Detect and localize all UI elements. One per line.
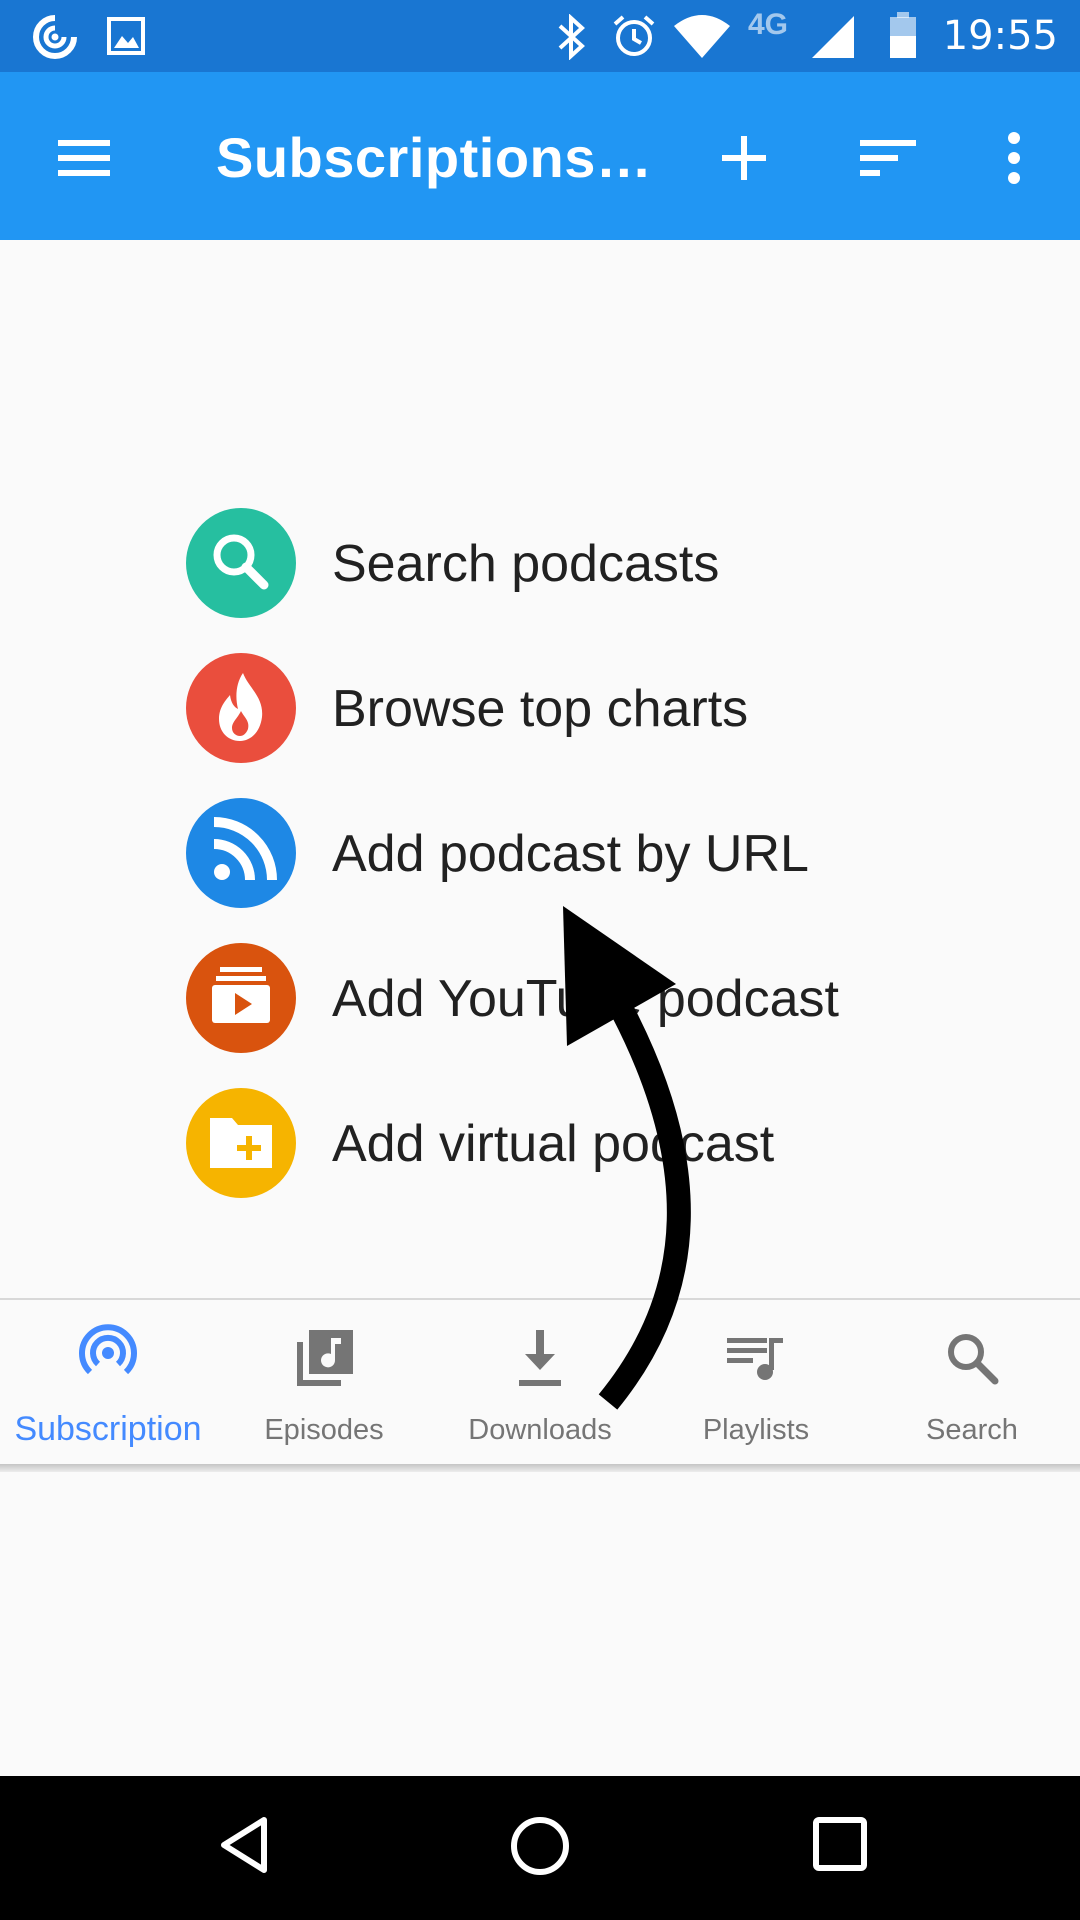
nav-label: Episodes — [264, 1414, 384, 1446]
bluetooth-icon — [558, 14, 585, 60]
subscription-icon — [79, 1324, 137, 1375]
subscriptions-empty-state: Search podcasts Browse top charts Add po… — [0, 240, 1080, 1300]
search-podcasts-option[interactable]: Search podcasts — [186, 508, 986, 620]
add-youtube-podcast-option[interactable]: Add YouTube podcast — [186, 943, 986, 1055]
system-navigation-bar — [0, 1776, 1080, 1920]
more-vert-icon[interactable] — [978, 122, 1050, 194]
podcast-app-icon — [33, 15, 77, 59]
bottom-nav-shadow — [0, 1464, 1080, 1472]
status-bar: 4G 19:55 — [0, 0, 1080, 72]
add-podcast-by-url-option[interactable]: Add podcast by URL — [186, 798, 986, 910]
episodes-icon — [297, 1330, 353, 1386]
battery-icon — [890, 12, 916, 58]
youtube-icon — [186, 943, 296, 1053]
search-icon — [948, 1334, 999, 1385]
nav-playlists[interactable]: Playlists — [648, 1300, 864, 1472]
folder-add-icon — [186, 1088, 296, 1198]
status-time: 19:55 — [942, 13, 1058, 59]
nav-label: Subscription — [14, 1410, 202, 1448]
search-icon — [186, 508, 296, 618]
rss-icon — [186, 798, 296, 908]
nav-label: Playlists — [702, 1414, 810, 1446]
browse-top-charts-option[interactable]: Browse top charts — [186, 653, 986, 765]
nav-label: Search — [926, 1414, 1018, 1446]
menu-item-label: Add virtual podcast — [332, 1115, 775, 1173]
nav-subscription[interactable]: Subscription — [0, 1300, 216, 1472]
app-bar: Subscriptions… — [0, 72, 1080, 240]
home-icon[interactable] — [506, 1812, 574, 1880]
bottom-navigation: Subscription Episodes Downloads Playlist… — [0, 1298, 1080, 1472]
wifi-icon — [674, 15, 730, 58]
recents-icon[interactable] — [808, 1812, 872, 1876]
network-type-label: 4G — [748, 8, 789, 41]
empty-area — [0, 1472, 1080, 1776]
nav-label: Downloads — [468, 1414, 612, 1446]
download-icon — [519, 1330, 561, 1386]
menu-item-label: Add YouTube podcast — [332, 970, 839, 1028]
back-icon[interactable] — [212, 1812, 278, 1878]
flame-icon — [186, 653, 296, 763]
cell-signal-icon — [812, 16, 854, 58]
menu-icon[interactable] — [48, 122, 120, 194]
page-title: Subscriptions… — [216, 126, 653, 189]
add-icon[interactable] — [708, 122, 780, 194]
nav-episodes[interactable]: Episodes — [216, 1300, 432, 1472]
menu-item-label: Search podcasts — [332, 535, 720, 593]
playlist-icon — [727, 1338, 783, 1380]
menu-item-label: Browse top charts — [332, 680, 749, 738]
menu-item-label: Add podcast by URL — [332, 825, 809, 883]
add-virtual-podcast-option[interactable]: Add virtual podcast — [186, 1088, 986, 1200]
image-icon — [107, 17, 145, 55]
alarm-icon — [613, 15, 655, 56]
nav-downloads[interactable]: Downloads — [432, 1300, 648, 1472]
nav-search[interactable]: Search — [864, 1300, 1080, 1472]
sort-icon[interactable] — [852, 122, 924, 194]
